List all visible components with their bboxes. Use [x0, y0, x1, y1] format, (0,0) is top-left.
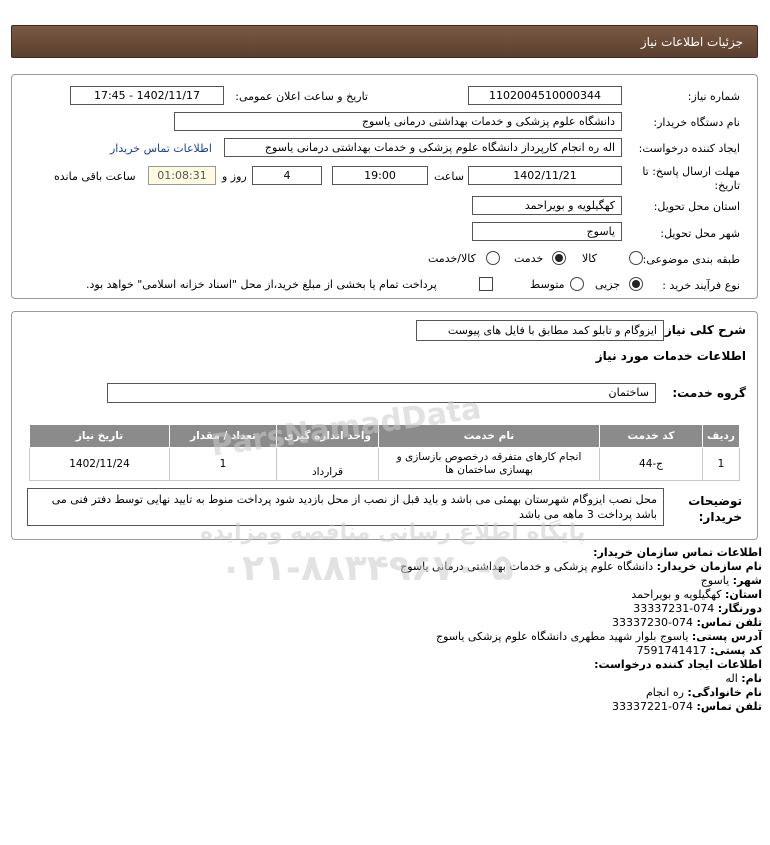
contact-phone-label: تلفن تماس:: [696, 616, 762, 629]
buyer-org-label: نام دستگاه خریدار:: [653, 116, 740, 129]
contact-address-line: آدرس پستی: یاسوج بلوار شهید مطهری دانشگا…: [436, 630, 762, 643]
creator-name-value: اله: [725, 672, 738, 685]
contact-fax-line: دورنگار: 074-33337231: [633, 602, 762, 615]
category-label: طبقه بندی موضوعی:: [642, 253, 740, 266]
table-row: 1 ج-44 انجام کارهای متفرقه درخصوص بازساز…: [29, 447, 740, 481]
category-goods-radio[interactable]: [629, 251, 643, 265]
category-goods-service-radio[interactable]: [486, 251, 500, 265]
contact-province-line: استان: کهگیلویه و بویراحمد: [631, 588, 762, 601]
deadline-time-field[interactable]: 19:00: [332, 166, 428, 185]
contact-postal-value: 7591741417: [636, 644, 707, 657]
contact-section-title: اطلاعات تماس سازمان خریدار:: [593, 546, 762, 559]
process-minor-label: جزیی: [595, 278, 621, 291]
province-label: استان محل تحویل:: [653, 200, 740, 213]
category-service-radio[interactable]: [552, 251, 566, 265]
contact-address-value: یاسوج بلوار شهید مطهری دانشگاه علوم پزشک…: [435, 630, 689, 643]
contact-fax-label: دورنگار:: [717, 602, 762, 615]
page-title: جزئیات اطلاعات نیاز: [640, 35, 743, 49]
contact-province-label: استان:: [725, 588, 762, 601]
category-service-label: خدمت: [514, 252, 544, 265]
contact-city-value: یاسوج: [700, 574, 730, 587]
general-desc-label: شرح کلی نیاز:: [660, 323, 746, 337]
contact-org-label: نام سازمان خریدار:: [656, 560, 762, 573]
creator-section-title: اطلاعات ایجاد کننده درخواست:: [594, 658, 762, 671]
announce-datetime-label: تاریخ و ساعت اعلان عمومی:: [235, 90, 368, 103]
buyer-notes-text: محل نصب ایزوگام شهرستان بهمئی می باشد و …: [51, 493, 657, 521]
category-goods-label: کالا: [582, 252, 597, 265]
days-remaining-field[interactable]: 4: [252, 166, 322, 185]
city-field[interactable]: یاسوج: [472, 222, 622, 241]
need-number-field[interactable]: 1102004510000344: [468, 86, 622, 105]
contact-postal-line: کد پستی: 7591741417: [637, 644, 762, 657]
creator-phone-value: 074-33337221: [612, 700, 694, 713]
creator-family-label: نام خانوادگی:: [687, 686, 762, 699]
creator-phone-line: تلفن تماس: 074-33337221: [612, 700, 762, 713]
cell-service-name: انجام کارهای متفرقه درخصوص بازسازی و بهس…: [378, 447, 600, 481]
treasury-text: پرداخت تمام یا بخشی از مبلغ خرید،از محل …: [86, 278, 437, 291]
buyer-org-field[interactable]: دانشگاه علوم پزشکی و خدمات بهداشتی درمان…: [174, 112, 622, 131]
contact-postal-label: کد پستی:: [710, 644, 762, 657]
treasury-checkbox[interactable]: [479, 277, 493, 291]
cell-service-code: ج-44: [599, 447, 703, 481]
deadline-date-field[interactable]: 1402/11/21: [468, 166, 622, 185]
contact-city-line: شهر: یاسوج: [701, 574, 762, 587]
contact-province-value: کهگیلویه و بویراحمد: [631, 588, 722, 601]
page-header: جزئیات اطلاعات نیاز: [11, 25, 758, 58]
creator-family-value: ره انجام: [645, 686, 684, 699]
category-goods-service-label: کالا/خدمت: [428, 252, 476, 265]
deadline-label: مهلت ارسال پاسخ: تا: [642, 165, 740, 178]
process-label: نوع فرآیند خرید :: [662, 279, 740, 292]
creator-label: ایجاد کننده درخواست:: [638, 142, 740, 155]
contact-city-label: شهر:: [732, 574, 762, 587]
buyer-notes-label: توضیحات: [688, 494, 742, 508]
deadline-date-label: تاریخ:: [714, 179, 740, 192]
creator-name-label: نام:: [741, 672, 762, 685]
remaining-time-label: ساعت باقی مانده: [54, 170, 136, 183]
watermark-line1: پایگاه اطلاع رسانی مناقصه ومزایده: [200, 520, 586, 545]
creator-family-line: نام خانوادگی: ره انجام: [646, 686, 762, 699]
service-group-field[interactable]: ساختمان: [107, 383, 656, 403]
contact-phone-value: 074-33337230: [612, 616, 694, 629]
remaining-time-counter: 01:08:31: [148, 166, 216, 185]
services-section-title: اطلاعات خدمات مورد نیاز: [595, 349, 746, 363]
watermark-phone: ۰۲۱-۸۸۳۴۹۶۷۰-۵: [220, 548, 514, 589]
col-row-number: ردیف: [702, 424, 740, 448]
creator-field[interactable]: اله ره انجام کارپرداز دانشگاه علوم پزشکی…: [224, 138, 622, 157]
cell-row-number: 1: [702, 447, 740, 481]
contact-phone-line: تلفن تماس: 074-33337230: [612, 616, 762, 629]
creator-name-line: نام: اله: [725, 672, 762, 685]
general-desc-field[interactable]: ایزوگام و تابلو کمد مطابق با فایل های پی…: [416, 320, 664, 341]
city-label: شهر محل تحویل:: [660, 227, 740, 240]
need-number-label: شماره نیاز:: [687, 90, 740, 103]
service-group-label: گروه خدمت:: [672, 386, 746, 400]
col-service-code: کد خدمت: [599, 424, 703, 448]
announce-datetime-field[interactable]: 1402/11/17 - 17:45: [70, 86, 224, 105]
process-minor-radio[interactable]: [629, 277, 643, 291]
creator-phone-label: تلفن تماس:: [696, 700, 762, 713]
days-label: روز و: [222, 170, 247, 183]
deadline-time-label: ساعت: [434, 170, 464, 183]
province-field[interactable]: کهگیلویه و بویراحمد: [472, 196, 622, 215]
col-need-date: تاریخ نیاز: [29, 424, 170, 448]
contact-address-label: آدرس پستی:: [691, 630, 762, 643]
contact-fax-value: 074-33337231: [633, 602, 715, 615]
process-medium-label: متوسط: [530, 278, 565, 291]
buyer-notes-label-2: خریدار:: [698, 510, 742, 524]
process-medium-radio[interactable]: [570, 277, 584, 291]
buyer-contact-link[interactable]: اطلاعات تماس خریدار: [110, 142, 212, 155]
cell-need-date: 1402/11/24: [29, 447, 170, 481]
